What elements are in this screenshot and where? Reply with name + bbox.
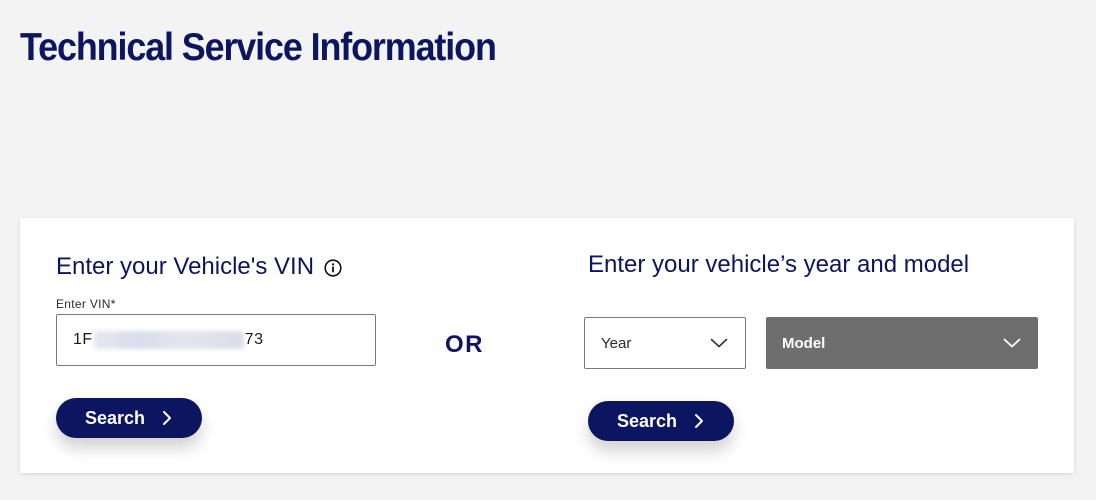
model-select-value: Model <box>782 334 826 352</box>
or-divider: OR <box>445 331 484 358</box>
chevron-down-icon <box>1003 338 1021 348</box>
vin-search-label: Search <box>84 407 146 428</box>
page: Technical Service Information Enter your… <box>0 0 1096 500</box>
year-model-heading: Enter your vehicle’s year and model <box>588 251 970 278</box>
vin-value-suffix: 73 <box>244 331 264 348</box>
vin-input[interactable]: 1F 73 <box>56 314 376 366</box>
model-select[interactable]: Model <box>766 317 1038 369</box>
info-icon[interactable] <box>324 259 342 277</box>
vin-section-heading: Enter your Vehicle's VIN <box>56 253 342 281</box>
year-select[interactable]: Year <box>584 317 746 369</box>
vin-value: 1F 73 <box>73 331 263 349</box>
page-title: Technical Service Information <box>20 26 497 69</box>
vin-redacted-blur <box>93 331 244 349</box>
vin-value-prefix: 1F <box>73 331 93 348</box>
chevron-right-icon <box>693 413 705 429</box>
vin-heading-text: Enter your Vehicle's VIN <box>56 253 315 280</box>
search-card: Enter your Vehicle's VIN Enter VIN* 1F 7… <box>20 218 1074 473</box>
year-select-value: Year <box>601 334 632 352</box>
vin-search-button[interactable]: Search <box>56 398 202 438</box>
year-model-search-label: Search <box>616 410 678 431</box>
year-model-search-button[interactable]: Search <box>588 401 734 441</box>
chevron-right-icon <box>161 410 173 426</box>
vin-field-label: Enter VIN* <box>56 297 116 311</box>
chevron-down-icon <box>710 338 728 348</box>
